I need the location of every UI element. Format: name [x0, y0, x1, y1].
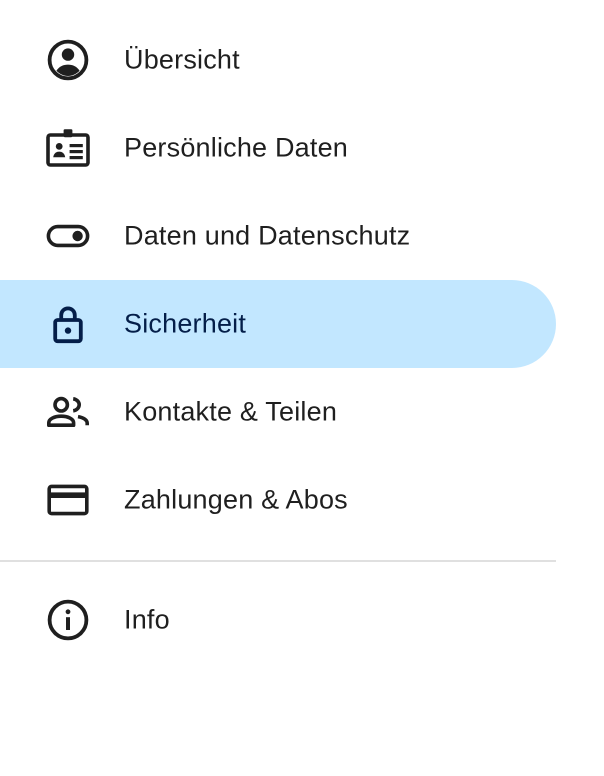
people-icon	[44, 388, 92, 436]
account-navigation: Übersicht Persönliche Daten Daten und Da…	[0, 16, 556, 544]
lock-icon	[44, 300, 92, 348]
nav-item-uebersicht[interactable]: Übersicht	[0, 16, 556, 104]
nav-item-label: Kontakte & Teilen	[124, 396, 338, 427]
id-card-icon	[44, 124, 92, 172]
nav-item-label: Persönliche Daten	[124, 132, 349, 163]
nav-item-label: Sicherheit	[124, 308, 247, 339]
nav-item-sicherheit[interactable]: Sicherheit	[0, 280, 556, 368]
nav-item-persoenliche-daten[interactable]: Persönliche Daten	[0, 104, 556, 192]
nav-item-info[interactable]: Info	[0, 576, 556, 664]
nav-item-label: Übersicht	[124, 44, 240, 75]
nav-item-label: Zahlungen & Abos	[124, 484, 348, 515]
nav-item-label: Info	[124, 604, 170, 635]
credit-card-icon	[44, 476, 92, 524]
nav-item-label: Daten und Datenschutz	[124, 220, 411, 251]
nav-item-daten-und-datenschutz[interactable]: Daten und Datenschutz	[0, 192, 556, 280]
toggle-icon	[44, 212, 92, 260]
nav-item-zahlungen-abos[interactable]: Zahlungen & Abos	[0, 456, 556, 544]
account-circle-icon	[44, 36, 92, 84]
nav-item-kontakte-teilen[interactable]: Kontakte & Teilen	[0, 368, 556, 456]
menu-divider	[0, 560, 556, 562]
info-icon	[44, 596, 92, 644]
